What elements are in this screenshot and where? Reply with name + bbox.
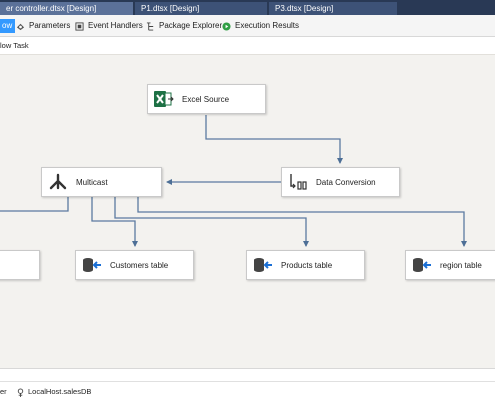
ole-db-destination-icon xyxy=(83,258,101,272)
tab-parameters[interactable]: Parameters xyxy=(16,19,70,33)
designer-bottom-divider xyxy=(0,368,495,380)
tab-controller-design[interactable]: er controller.dtsx [Design] xyxy=(0,2,133,15)
designer-toolbar: ow Parameters Event Handlers Package Exp… xyxy=(0,15,495,37)
multicast-icon xyxy=(49,173,67,190)
products-table-label: Products table xyxy=(281,260,333,270)
path-multicast-to-customers[interactable] xyxy=(91,197,138,247)
data-conversion-node[interactable]: Data Conversion xyxy=(281,167,400,197)
tab-p1-design[interactable]: P1.dtsx [Design] xyxy=(135,2,267,15)
path-multicast-to-region[interactable] xyxy=(137,197,467,247)
tab-data-flow[interactable]: ow xyxy=(0,19,16,33)
data-flow-design-surface[interactable]: Excel Source Data Conversion Multicast C… xyxy=(0,54,495,368)
tab-parameters-label: Parameters xyxy=(29,21,71,30)
multicast-node[interactable]: Multicast xyxy=(41,167,162,197)
customers-table-label: Customers table xyxy=(110,260,169,270)
tab-execution-results-label: Execution Results xyxy=(235,21,300,30)
breadcrumb[interactable]: low Task xyxy=(0,40,29,52)
excel-source-node[interactable]: Excel Source xyxy=(147,84,266,114)
data-conversion-icon xyxy=(290,174,307,190)
ole-db-destination-icon xyxy=(413,258,431,272)
data-conversion-label: Data Conversion xyxy=(316,177,376,187)
excel-source-label: Excel Source xyxy=(182,94,230,104)
tab-p3-design[interactable]: P3.dtsx [Design] xyxy=(269,2,397,15)
tab-execution-results[interactable]: Execution Results xyxy=(222,19,299,33)
connection-manager-icon xyxy=(17,387,24,397)
path-multicast-to-left[interactable] xyxy=(0,197,69,212)
connection-managers-tray: er LocalHost.salesDB xyxy=(0,381,495,400)
products-table-node[interactable]: Products table xyxy=(246,250,365,280)
multicast-label: Multicast xyxy=(76,177,108,187)
connection-manager-partial[interactable]: er xyxy=(0,387,7,397)
event-handlers-icon xyxy=(75,21,84,31)
tab-event-handlers-label: Event Handlers xyxy=(88,21,143,30)
tab-package-explorer[interactable]: Package Explorer xyxy=(146,19,222,33)
left-destination-node[interactable] xyxy=(0,250,40,280)
path-excel-to-conversion[interactable] xyxy=(205,115,343,164)
path-multicast-to-products[interactable] xyxy=(114,197,309,247)
tab-event-handlers[interactable]: Event Handlers xyxy=(75,19,143,33)
region-table-label: region table xyxy=(440,260,482,270)
package-explorer-icon xyxy=(146,21,154,31)
document-tab-bar: er controller.dtsx [Design] P1.dtsx [Des… xyxy=(0,0,495,15)
parameters-icon xyxy=(16,23,25,30)
connection-manager-localhost-salesdb[interactable]: LocalHost.salesDB xyxy=(16,387,91,397)
excel-source-icon xyxy=(154,91,174,107)
tab-package-explorer-label: Package Explorer xyxy=(159,21,223,30)
tab-data-flow-label: ow xyxy=(2,21,13,30)
connection-manager-partial-label: er xyxy=(0,387,7,396)
connection-manager-label: LocalHost.salesDB xyxy=(28,387,92,396)
execution-results-icon xyxy=(222,21,231,31)
region-table-node[interactable]: region table xyxy=(405,250,495,280)
ole-db-destination-icon xyxy=(254,258,272,272)
customers-table-node[interactable]: Customers table xyxy=(75,250,194,280)
